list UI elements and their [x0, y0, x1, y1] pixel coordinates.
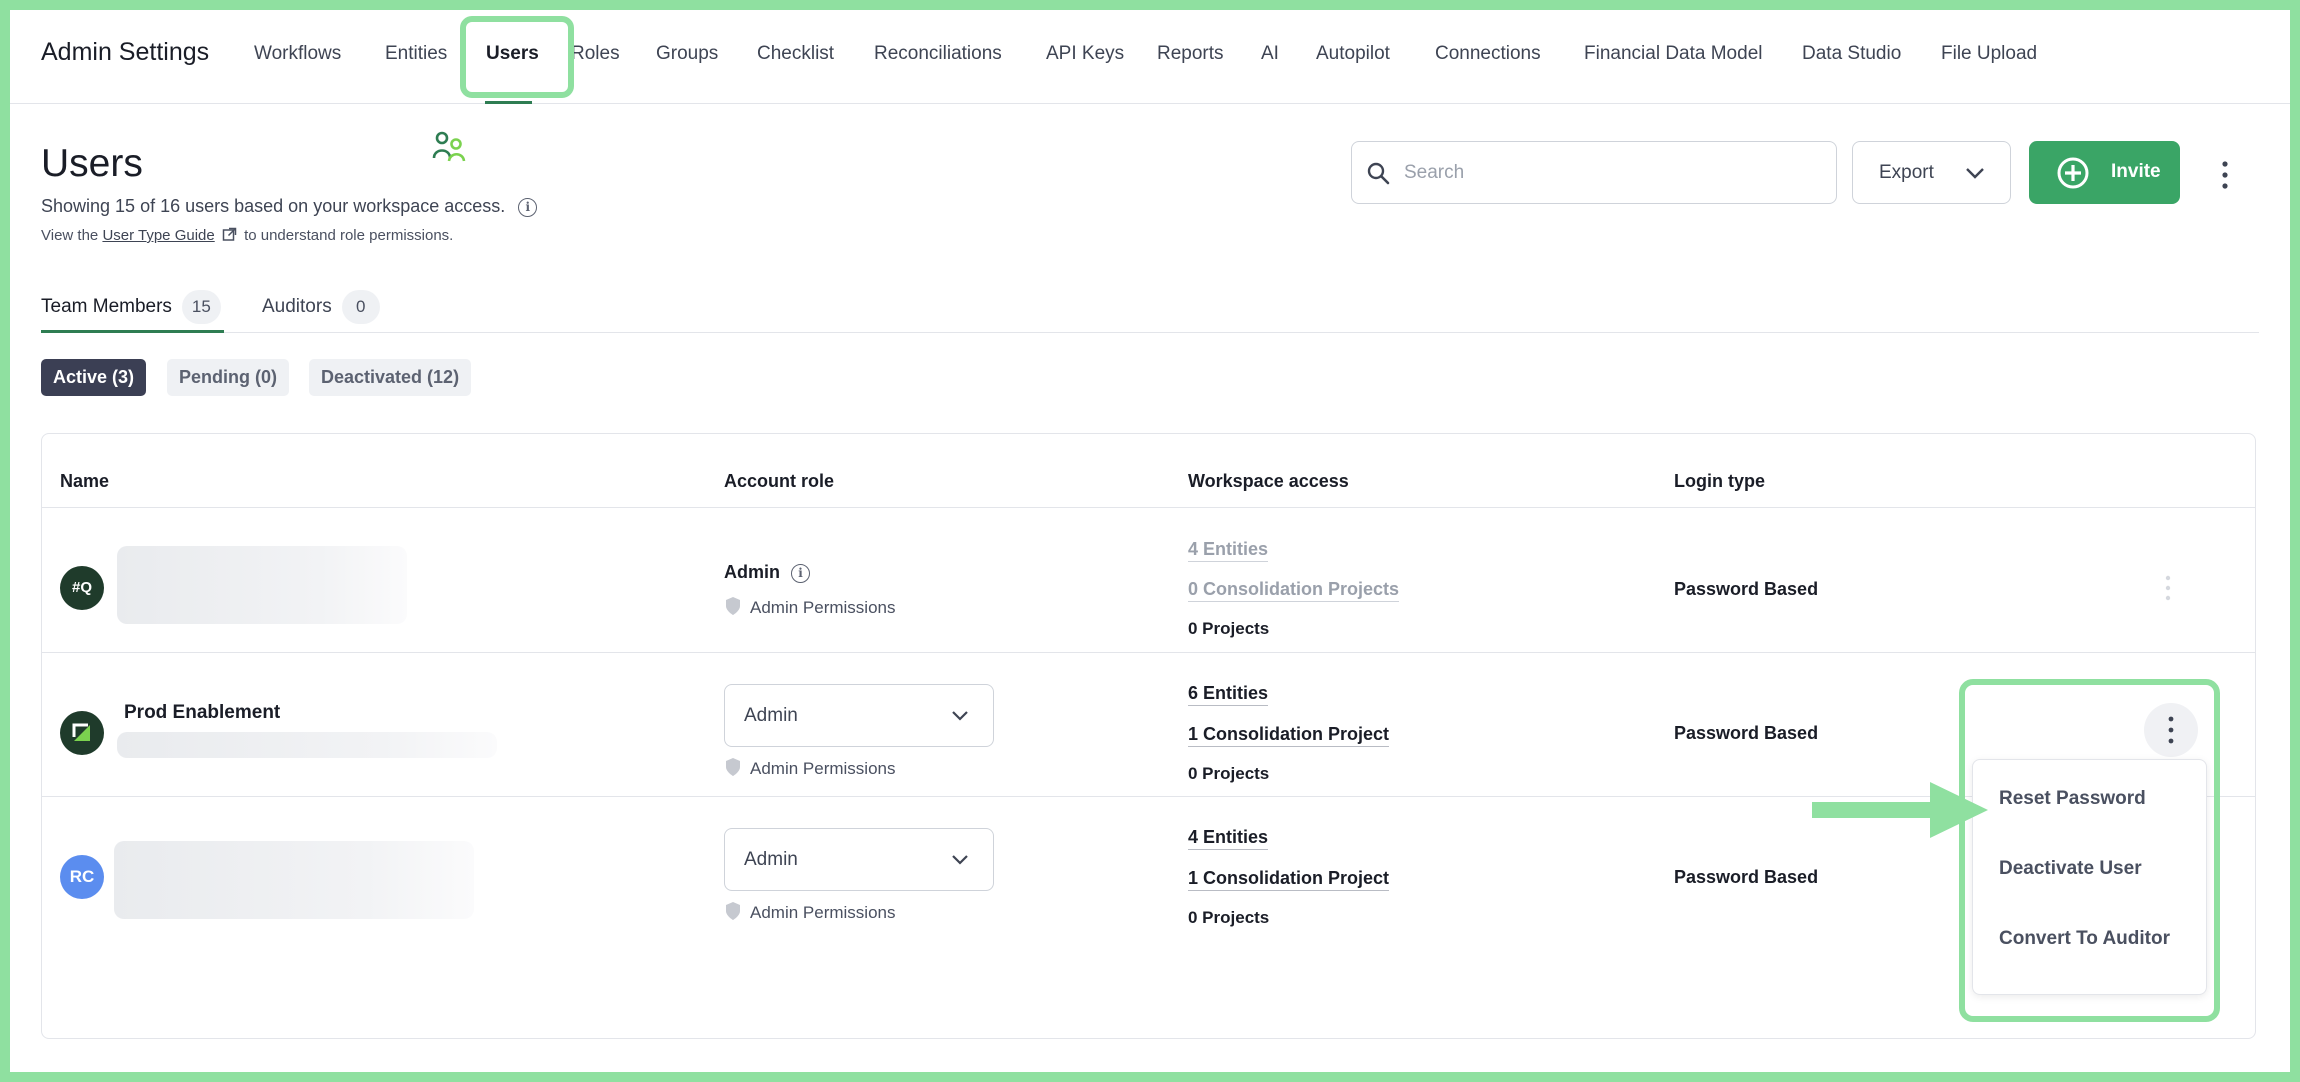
invite-label: Invite — [2111, 161, 2161, 182]
active-tab-underline — [41, 330, 224, 333]
menu-highlight — [1959, 679, 2220, 1022]
account-role-text: Admin i — [724, 562, 811, 583]
permissions-label: Admin Permissions — [724, 901, 896, 923]
nav-tab-autopilot[interactable]: Autopilot — [1316, 43, 1390, 65]
avatar: #Q — [60, 566, 104, 610]
team-members-icon — [432, 131, 466, 162]
more-options-icon[interactable] — [2220, 160, 2230, 190]
tab-team-members[interactable]: Team Members 15 — [41, 290, 221, 324]
login-type: Password Based — [1674, 579, 1819, 599]
column-header-login-type: Login type — [1674, 471, 1765, 491]
permissions-text: Admin Permissions — [750, 598, 896, 617]
chevron-down-icon — [1966, 168, 1984, 179]
filter-deactivated[interactable]: Deactivated (12) — [309, 359, 472, 396]
tab-auditors-label: Auditors — [262, 296, 332, 317]
consolidation-projects-link[interactable]: 0 Consolidation Projects — [1188, 579, 1400, 602]
column-header-account-role: Account role — [724, 471, 835, 491]
page-title: Users — [41, 142, 143, 185]
guide-prefix: View the — [41, 227, 99, 244]
nav-tab-reports[interactable]: Reports — [1157, 43, 1224, 65]
entities-link[interactable]: 4 Entities — [1188, 539, 1269, 562]
column-header-workspace-access: Workspace access — [1188, 471, 1349, 491]
filter-pending[interactable]: Pending (0) — [167, 359, 289, 396]
nav-tab-reconciliations[interactable]: Reconciliations — [874, 43, 1002, 65]
user-type-guide-line: View the User Type Guide to understand r… — [41, 227, 453, 244]
filter-active[interactable]: Active (3) — [41, 359, 147, 396]
nav-tab-connections[interactable]: Connections — [1435, 43, 1541, 65]
nav-tab-roles[interactable]: Roles — [571, 43, 620, 65]
consolidation-project-link[interactable]: 1 Consolidation Project — [1188, 868, 1390, 891]
user-type-guide-link[interactable]: User Type Guide — [102, 227, 214, 244]
nav-tab-workflows[interactable]: Workflows — [254, 43, 341, 65]
avatar — [60, 711, 104, 755]
user-name: Prod Enablement — [124, 702, 281, 723]
export-label: Export — [1879, 162, 1934, 183]
tab-auditors[interactable]: Auditors 0 — [262, 290, 380, 324]
column-header-name: Name — [60, 471, 110, 491]
invite-button[interactable]: Invite — [2029, 141, 2180, 204]
company-logo-icon — [72, 723, 90, 741]
chevron-down-icon — [952, 855, 968, 865]
nav-tab-data-studio[interactable]: Data Studio — [1802, 43, 1901, 65]
nav-tab-file-upload[interactable]: File Upload — [1941, 43, 2037, 65]
redacted-user-info — [117, 546, 407, 624]
login-type: Password Based — [1674, 723, 1819, 743]
search-input[interactable] — [1404, 156, 1824, 190]
permissions-text: Admin Permissions — [750, 759, 896, 778]
row-more-icon[interactable] — [2164, 575, 2172, 601]
search-box — [1351, 141, 1837, 204]
redacted-email — [117, 732, 497, 758]
account-role-value: Admin — [724, 562, 780, 582]
shield-icon — [726, 758, 740, 776]
tab-team-members-label: Team Members — [41, 296, 172, 317]
projects-count: 0 Projects — [1188, 619, 1270, 638]
header-divider — [42, 507, 2255, 508]
avatar: RC — [60, 855, 104, 899]
permissions-label: Admin Permissions — [724, 596, 896, 618]
account-role-value: Admin — [744, 705, 798, 726]
nav-tab-api-keys[interactable]: API Keys — [1046, 43, 1124, 65]
plus-circle-icon — [2057, 157, 2089, 189]
guide-suffix: to understand role permissions. — [244, 227, 454, 244]
team-members-count-badge: 15 — [181, 290, 221, 324]
auditors-count-badge: 0 — [341, 290, 380, 324]
nav-tab-checklist[interactable]: Checklist — [757, 43, 834, 65]
consolidation-project-link[interactable]: 1 Consolidation Project — [1188, 724, 1390, 747]
chevron-down-icon — [952, 711, 968, 721]
subtitle-text: Showing 15 of 16 users based on your wor… — [41, 196, 506, 216]
entities-link[interactable]: 4 Entities — [1188, 827, 1269, 850]
redacted-user-info — [114, 841, 474, 919]
permissions-label: Admin Permissions — [724, 757, 896, 779]
row-divider — [42, 652, 2255, 653]
account-role-select[interactable]: Admin — [724, 828, 994, 891]
active-nav-underline — [485, 101, 532, 104]
users-tab-highlight — [460, 16, 574, 98]
top-navigation: Admin Settings Workflows Entities Users … — [10, 10, 2290, 104]
search-icon — [1367, 162, 1390, 185]
nav-tab-entities[interactable]: Entities — [385, 43, 447, 65]
permissions-text: Admin Permissions — [750, 903, 896, 922]
admin-settings-window: Admin Settings Workflows Entities Users … — [10, 10, 2290, 1072]
info-icon[interactable]: i — [518, 197, 538, 217]
nav-tab-groups[interactable]: Groups — [656, 43, 718, 65]
users-count-subtitle: Showing 15 of 16 users based on your wor… — [41, 196, 538, 217]
users-table: Name Account role Workspace access Login… — [41, 433, 2256, 1039]
entities-link[interactable]: 6 Entities — [1188, 683, 1269, 706]
account-role-value: Admin — [744, 849, 798, 870]
export-button[interactable]: Export — [1852, 141, 2011, 204]
role-info-icon[interactable]: i — [791, 563, 811, 583]
login-type: Password Based — [1674, 867, 1819, 887]
nav-tab-ai[interactable]: AI — [1261, 43, 1279, 65]
pointer-arrow-icon — [1812, 782, 1988, 838]
shield-icon — [726, 597, 740, 615]
shield-icon — [726, 902, 740, 920]
nav-tab-financial-data-model[interactable]: Financial Data Model — [1584, 43, 1762, 65]
external-link-icon — [222, 227, 237, 241]
projects-count: 0 Projects — [1188, 908, 1270, 927]
account-role-select[interactable]: Admin — [724, 684, 994, 747]
tabs-divider — [41, 332, 2259, 333]
projects-count: 0 Projects — [1188, 764, 1270, 783]
app-title: Admin Settings — [41, 38, 210, 66]
